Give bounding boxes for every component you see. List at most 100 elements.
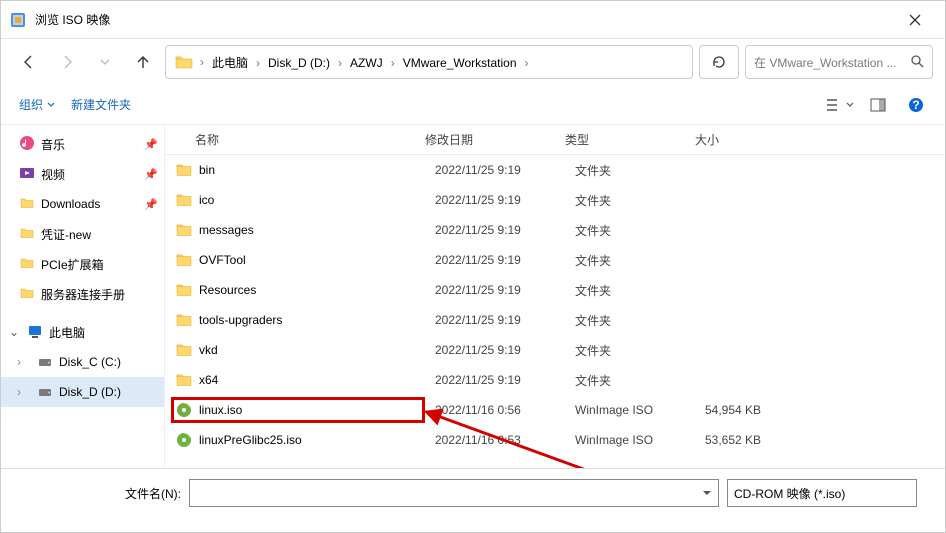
- new-folder-button[interactable]: 新建文件夹: [65, 92, 137, 117]
- breadcrumb-part[interactable]: VMware_Workstation: [397, 52, 523, 74]
- file-date: 2022/11/25 9:19: [435, 223, 575, 237]
- sidebar-item-icon: [19, 195, 35, 214]
- breadcrumb-part[interactable]: 此电脑: [206, 52, 254, 74]
- sidebar-item[interactable]: 音乐📌: [1, 129, 164, 159]
- sidebar-item-label: 服务器连接手册: [41, 286, 125, 303]
- iso-icon: [175, 431, 193, 449]
- chevron-right-icon: ›: [254, 56, 262, 70]
- file-name: ico: [199, 193, 435, 207]
- file-type: 文件夹: [575, 222, 705, 239]
- column-size[interactable]: 大小: [695, 131, 795, 148]
- preview-pane-button[interactable]: [861, 91, 895, 119]
- file-row[interactable]: x64 2022/11/25 9:19 文件夹: [165, 365, 945, 395]
- sidebar-item-icon: [19, 255, 35, 274]
- folder-icon: [175, 311, 193, 329]
- chevron-right-icon: ›: [336, 56, 344, 70]
- file-type: 文件夹: [575, 312, 705, 329]
- file-row[interactable]: messages 2022/11/25 9:19 文件夹: [165, 215, 945, 245]
- breadcrumb-part[interactable]: AZWJ: [344, 52, 389, 74]
- file-name: linuxPreGlibc25.iso: [199, 433, 435, 447]
- breadcrumb-container: 此电脑›Disk_D (D:)›AZWJ›VMware_Workstation›: [206, 54, 531, 71]
- forward-button[interactable]: [51, 46, 83, 78]
- sidebar-this-pc[interactable]: ⌄ 此电脑: [1, 317, 164, 347]
- sidebar-drive[interactable]: ›Disk_C (C:): [1, 347, 164, 377]
- file-type-filter[interactable]: [727, 479, 917, 507]
- filename-input[interactable]: [189, 479, 719, 507]
- sidebar-item-icon: [19, 285, 35, 304]
- close-button[interactable]: [893, 5, 937, 35]
- file-date: 2022/11/16 0:53: [435, 433, 575, 447]
- search-icon: [910, 54, 924, 71]
- breadcrumb-part[interactable]: Disk_D (D:): [262, 52, 336, 74]
- column-name[interactable]: 名称: [165, 131, 425, 148]
- folder-icon: [175, 221, 193, 239]
- file-name: vkd: [199, 343, 435, 357]
- sidebar-item[interactable]: PCIe扩展箱: [1, 249, 164, 279]
- file-size: 54,954 KB: [705, 403, 805, 417]
- breadcrumb[interactable]: › 此电脑›Disk_D (D:)›AZWJ›VMware_Workstatio…: [165, 45, 693, 79]
- sidebar-item[interactable]: 凭证-new: [1, 219, 164, 249]
- chevron-right-icon: ›: [198, 55, 206, 69]
- drive-icon: [37, 384, 53, 400]
- refresh-button[interactable]: [699, 45, 739, 79]
- file-name: Resources: [199, 283, 435, 297]
- monitor-icon: [27, 324, 43, 340]
- folder-icon: [174, 52, 194, 72]
- file-row[interactable]: Resources 2022/11/25 9:19 文件夹: [165, 275, 945, 305]
- view-list-button[interactable]: [823, 91, 857, 119]
- file-list: 名称 修改日期 类型 大小 bin 2022/11/25 9:19 文件夹 ic…: [165, 125, 945, 468]
- file-row[interactable]: ico 2022/11/25 9:19 文件夹: [165, 185, 945, 215]
- column-date[interactable]: 修改日期: [425, 131, 565, 148]
- file-row[interactable]: tools-upgraders 2022/11/25 9:19 文件夹: [165, 305, 945, 335]
- sidebar-item[interactable]: Downloads📌: [1, 189, 164, 219]
- file-size: 53,652 KB: [705, 433, 805, 447]
- organize-menu[interactable]: 组织: [13, 92, 61, 117]
- back-button[interactable]: [13, 46, 45, 78]
- sidebar-item-label: Disk_D (D:): [59, 385, 121, 399]
- sidebar-item[interactable]: 视频📌: [1, 159, 164, 189]
- file-row[interactable]: linux.iso 2022/11/16 0:56 WinImage ISO 5…: [165, 395, 945, 425]
- file-name: x64: [199, 373, 435, 387]
- drive-icon: [37, 354, 53, 370]
- folder-icon: [175, 371, 193, 389]
- column-type[interactable]: 类型: [565, 131, 695, 148]
- file-name: linux.iso: [199, 403, 435, 417]
- sidebar-item-icon: [19, 165, 35, 184]
- pin-icon: 📌: [144, 198, 158, 211]
- sidebar-item[interactable]: 服务器连接手册: [1, 279, 164, 309]
- main-area: 音乐📌视频📌Downloads📌凭证-new PCIe扩展箱服务器连接手册 ⌄ 此…: [1, 125, 945, 468]
- up-button[interactable]: [127, 46, 159, 78]
- file-row[interactable]: bin 2022/11/25 9:19 文件夹: [165, 155, 945, 185]
- file-type: 文件夹: [575, 192, 705, 209]
- svg-text:?: ?: [912, 98, 919, 112]
- file-type: WinImage ISO: [575, 433, 705, 447]
- sidebar-drive[interactable]: › Disk_D (D:): [1, 377, 164, 407]
- file-date: 2022/11/25 9:19: [435, 343, 575, 357]
- recent-dropdown[interactable]: [89, 46, 121, 78]
- chevron-right-icon: ›: [523, 56, 531, 70]
- sidebar-item-label: PCIe扩展箱: [41, 256, 104, 273]
- folder-icon: [175, 281, 193, 299]
- search-placeholder: 在 VMware_Workstation ...: [754, 54, 897, 71]
- file-row[interactable]: vkd 2022/11/25 9:19 文件夹: [165, 335, 945, 365]
- bottom-bar: 文件名(N):: [1, 468, 945, 532]
- file-row[interactable]: linuxPreGlibc25.iso 2022/11/16 0:53 WinI…: [165, 425, 945, 455]
- chevron-right-icon: ›: [17, 385, 31, 399]
- file-date: 2022/11/25 9:19: [435, 193, 575, 207]
- pin-icon: 📌: [144, 168, 158, 181]
- file-row[interactable]: OVFTool 2022/11/25 9:19 文件夹: [165, 245, 945, 275]
- pin-icon: 📌: [144, 138, 158, 151]
- sidebar-item-label: Disk_C (C:): [59, 355, 121, 369]
- chevron-down-icon: ⌄: [9, 325, 21, 339]
- filename-label: 文件名(N):: [125, 479, 181, 502]
- search-input[interactable]: 在 VMware_Workstation ...: [745, 45, 933, 79]
- folder-icon: [175, 251, 193, 269]
- file-type: 文件夹: [575, 282, 705, 299]
- file-date: 2022/11/25 9:19: [435, 253, 575, 267]
- sidebar-item-icon: [19, 225, 35, 244]
- folder-icon: [175, 341, 193, 359]
- chevron-right-icon: ›: [389, 56, 397, 70]
- help-button[interactable]: ?: [899, 91, 933, 119]
- navigation-bar: › 此电脑›Disk_D (D:)›AZWJ›VMware_Workstatio…: [1, 39, 945, 85]
- file-name: bin: [199, 163, 435, 177]
